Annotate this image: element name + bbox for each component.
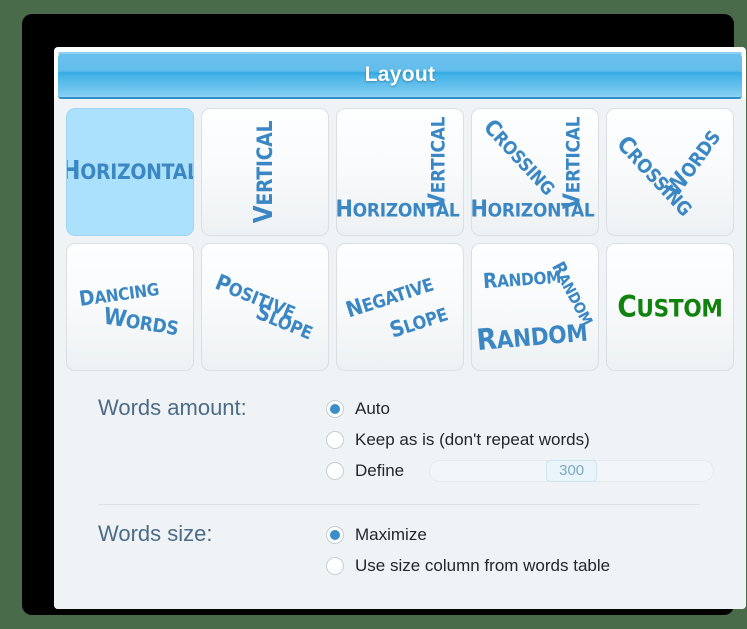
radio-button-icon[interactable] <box>326 525 344 544</box>
radio-row-define[interactable]: Define 300 <box>326 455 746 486</box>
radio-label[interactable]: Define <box>355 461 404 481</box>
radio-label[interactable]: Maximize <box>355 525 427 545</box>
layout-tile-word: Random <box>475 318 590 358</box>
layout-tile-word: Slope <box>386 304 451 344</box>
layout-tile-crossing-words[interactable]: Crossing Words <box>606 108 734 236</box>
layout-dialog: Layout HorizontalVerticalHorizontalVerti… <box>54 47 746 609</box>
radio-row-keep-as-is-don-t-repeat-words[interactable]: Keep as is (don't repeat words) <box>326 424 746 455</box>
radio-label[interactable]: Use size column from words table <box>355 556 610 576</box>
layout-tile-horizontal-vertical-crossing[interactable]: Horizontal Vertical Crossing <box>471 108 599 236</box>
layout-tile-grid: HorizontalVerticalHorizontalVerticalHori… <box>54 108 746 371</box>
layout-tile-word: Vertical <box>249 120 280 224</box>
define-words-amount-input[interactable]: 300 <box>429 459 715 482</box>
define-words-amount-value: 300 <box>546 459 598 482</box>
radio-button-icon[interactable] <box>326 430 344 449</box>
layout-tile-positive-slope[interactable]: Positive Slope <box>201 243 329 371</box>
dialog-body: HorizontalVerticalHorizontalVerticalHori… <box>54 99 746 609</box>
words-size-label: Words size: <box>98 521 213 546</box>
dialog-outer-frame: Layout HorizontalVerticalHorizontalVerti… <box>22 14 746 615</box>
layout-tile-word: Words <box>101 302 181 341</box>
words-amount-section: Words amount: Auto Keep as is (don't repe… <box>54 393 746 486</box>
radio-button-icon[interactable] <box>326 556 344 575</box>
layout-tile-random[interactable]: Random Random Random <box>471 243 599 371</box>
layout-tile-negative-slope[interactable]: Negative Slope <box>336 243 464 371</box>
radio-row-auto[interactable]: Auto <box>326 393 746 424</box>
radio-label[interactable]: Keep as is (don't repeat words) <box>355 430 590 450</box>
layout-tile-vertical[interactable]: Vertical <box>201 108 329 236</box>
layout-tile-word: Horizontal <box>67 158 194 185</box>
words-amount-label: Words amount: <box>98 395 247 420</box>
layout-tile-horizontal-vertical[interactable]: Horizontal Vertical <box>336 108 464 236</box>
layout-tile-word: Vertical <box>422 116 450 210</box>
layout-tile-horizontal[interactable]: Horizontal <box>66 108 194 236</box>
layout-tile-word: Vertical <box>557 116 585 210</box>
layout-tile-dancing-words[interactable]: Dancing Words <box>66 243 194 371</box>
page-title: Layout <box>364 62 436 86</box>
dialog-title-bar: Layout <box>58 52 742 99</box>
layout-tile-word: Crossing <box>477 115 558 200</box>
words-size-section: Words size: Maximize Use size column from… <box>54 519 746 581</box>
words-size-options: Maximize Use size column from words table <box>326 519 746 581</box>
radio-row-use-size-column-from-words-table[interactable]: Use size column from words table <box>326 550 746 581</box>
section-divider <box>98 504 700 505</box>
radio-row-maximize[interactable]: Maximize <box>326 519 746 550</box>
layout-tile-word: Custom <box>617 289 723 324</box>
words-amount-options: Auto Keep as is (don't repeat words) Defin… <box>326 393 746 486</box>
layout-tile-word: Words <box>659 126 725 202</box>
layout-tile-custom[interactable]: Custom <box>606 243 734 371</box>
radio-button-icon[interactable] <box>326 461 344 480</box>
radio-label[interactable]: Auto <box>355 399 390 419</box>
radio-button-icon[interactable] <box>326 399 344 418</box>
